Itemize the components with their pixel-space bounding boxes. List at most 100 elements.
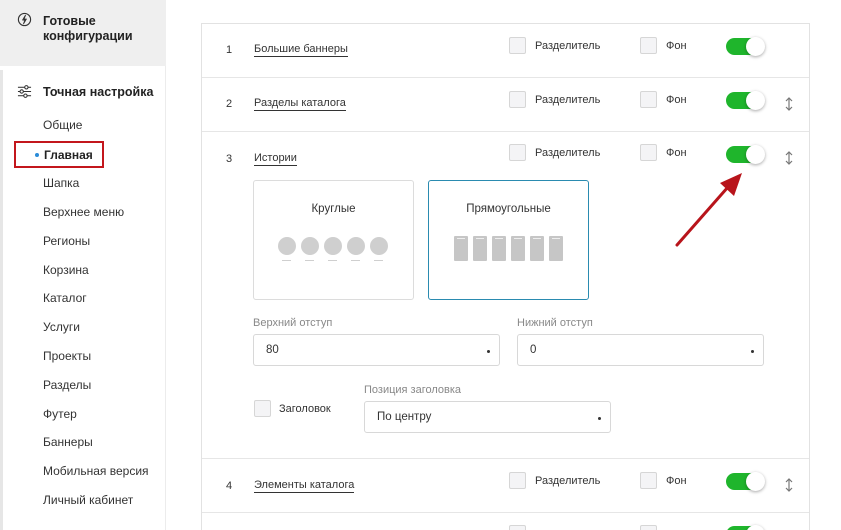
background-checkbox[interactable] bbox=[640, 472, 657, 489]
background-label: Фон bbox=[666, 40, 687, 52]
background-checkbox[interactable] bbox=[640, 525, 657, 530]
view-option-round-label: Круглые bbox=[311, 203, 356, 215]
toggle-knob bbox=[746, 472, 765, 491]
sidebar-item-footer[interactable]: Футер bbox=[43, 407, 77, 421]
round-preview-circle bbox=[278, 237, 296, 255]
background-checkbox[interactable] bbox=[640, 91, 657, 108]
heading-position-value: По центру bbox=[377, 411, 432, 423]
block-row-partial bbox=[202, 513, 809, 530]
sidebar-item-account[interactable]: Личный кабинет bbox=[43, 493, 133, 507]
round-preview-caption bbox=[328, 260, 337, 261]
drag-handle-icon[interactable] bbox=[785, 151, 793, 165]
separator-label: Разделитель bbox=[535, 94, 601, 106]
enable-toggle[interactable] bbox=[726, 37, 765, 56]
sidebar-item-cart[interactable]: Корзина bbox=[43, 263, 89, 277]
background-label: Фон bbox=[666, 94, 687, 106]
sidebar-fine-tuning[interactable]: Точная настройка bbox=[17, 83, 162, 101]
sidebar-item-main: Главная bbox=[44, 148, 93, 162]
rect-preview-card bbox=[549, 236, 563, 261]
sidebar-item-header[interactable]: Шапка bbox=[43, 176, 79, 190]
sidebar-item-services[interactable]: Услуги bbox=[43, 320, 80, 334]
row-title-link[interactable]: Элементы каталога bbox=[254, 479, 355, 493]
blocks-panel: 1 Большие баннеры Разделитель Фон 2 Разд… bbox=[201, 23, 810, 530]
round-preview-caption bbox=[305, 260, 314, 261]
view-option-rect-selected[interactable]: Прямоугольные bbox=[428, 180, 589, 300]
heading-label: Заголовок bbox=[279, 403, 331, 415]
background-checkbox[interactable] bbox=[640, 144, 657, 161]
background-label: Фон bbox=[666, 147, 687, 159]
sidebar-item-top-menu[interactable]: Верхнее меню bbox=[43, 205, 124, 219]
dropdown-caret-icon bbox=[598, 417, 601, 420]
bottom-padding-select[interactable]: 0 bbox=[517, 334, 764, 366]
view-option-round[interactable]: Круглые bbox=[253, 180, 414, 300]
dropdown-caret-icon bbox=[487, 350, 490, 353]
block-row: 2 Разделы каталога Разделитель Фон bbox=[202, 78, 809, 132]
enable-toggle[interactable] bbox=[726, 145, 765, 164]
separator-label: Разделитель bbox=[535, 40, 601, 52]
heading-checkbox[interactable] bbox=[254, 400, 271, 417]
toggle-knob bbox=[746, 91, 765, 110]
separator-label: Разделитель bbox=[535, 147, 601, 159]
bottom-padding-value: 0 bbox=[530, 344, 537, 356]
sidebar-item-main-highlight[interactable]: Главная bbox=[14, 141, 104, 168]
sidebar-item-general[interactable]: Общие bbox=[43, 118, 82, 132]
round-preview-circle bbox=[301, 237, 319, 255]
enable-toggle[interactable] bbox=[726, 91, 765, 110]
toggle-knob bbox=[746, 145, 765, 164]
sidebar-section-rail bbox=[0, 70, 3, 530]
separator-checkbox[interactable] bbox=[509, 37, 526, 54]
rect-preview-card bbox=[454, 236, 468, 261]
top-padding-value: 80 bbox=[266, 344, 279, 356]
round-preview-caption bbox=[374, 260, 383, 261]
drag-handle-icon[interactable] bbox=[785, 97, 793, 111]
sidebar-fine-tuning-label: Точная настройка bbox=[43, 85, 154, 99]
row-title-link[interactable]: Большие баннеры bbox=[254, 43, 348, 57]
annotation-arrow-icon bbox=[675, 173, 742, 247]
separator-label: Разделитель bbox=[535, 475, 601, 487]
top-padding-select[interactable]: 80 bbox=[253, 334, 500, 366]
sidebar-item-banners[interactable]: Баннеры bbox=[43, 435, 93, 449]
separator-checkbox[interactable] bbox=[509, 525, 526, 530]
toggle-knob bbox=[746, 525, 765, 530]
sidebar-ready-configs[interactable]: Готовые конфигурации bbox=[0, 0, 166, 66]
round-preview-circle bbox=[324, 237, 342, 255]
rect-preview-card bbox=[511, 236, 525, 261]
active-dot-icon bbox=[35, 153, 39, 157]
drag-handle-icon[interactable] bbox=[785, 478, 793, 492]
toggle-knob bbox=[746, 37, 765, 56]
enable-toggle[interactable] bbox=[726, 472, 765, 491]
background-checkbox[interactable] bbox=[640, 37, 657, 54]
sidebar-item-projects[interactable]: Проекты bbox=[43, 349, 91, 363]
separator-checkbox[interactable] bbox=[509, 91, 526, 108]
row-number: 3 bbox=[226, 153, 233, 165]
round-preview-circle bbox=[347, 237, 365, 255]
round-preview-circle bbox=[370, 237, 388, 255]
sidebar-item-regions[interactable]: Регионы bbox=[43, 234, 90, 248]
sidebar-ready-configs-label: Готовые конфигурации bbox=[43, 14, 133, 43]
separator-checkbox[interactable] bbox=[509, 472, 526, 489]
round-preview-caption bbox=[351, 260, 360, 261]
heading-position-select[interactable]: По центру bbox=[364, 401, 611, 433]
row-number: 1 bbox=[226, 44, 233, 56]
sidebar: Готовые конфигурации Точная настройка Об… bbox=[0, 0, 166, 530]
rect-preview-card bbox=[473, 236, 487, 261]
block-row: 1 Большие баннеры Разделитель Фон bbox=[202, 24, 809, 78]
view-option-rect-label: Прямоугольные bbox=[466, 203, 551, 215]
top-padding-label: Верхний отступ bbox=[253, 317, 333, 329]
background-label: Фон bbox=[666, 475, 687, 487]
heading-position-label: Позиция заголовка bbox=[364, 384, 462, 396]
separator-checkbox[interactable] bbox=[509, 144, 526, 161]
sidebar-item-mobile[interactable]: Мобильная версия bbox=[43, 464, 149, 478]
row-number: 4 bbox=[226, 480, 233, 492]
enable-toggle[interactable] bbox=[726, 525, 765, 530]
sidebar-item-sections[interactable]: Разделы bbox=[43, 378, 91, 392]
block-row: 4 Элементы каталога Разделитель Фон bbox=[202, 459, 809, 513]
sidebar-item-catalog[interactable]: Каталог bbox=[43, 291, 87, 305]
row-number: 2 bbox=[226, 98, 233, 110]
rect-preview-card bbox=[530, 236, 544, 261]
dropdown-caret-icon bbox=[751, 350, 754, 353]
row-title-link[interactable]: Истории bbox=[254, 152, 297, 166]
row-title-link[interactable]: Разделы каталога bbox=[254, 97, 346, 111]
settings-gear-icon bbox=[17, 12, 32, 27]
sliders-icon bbox=[17, 85, 32, 98]
